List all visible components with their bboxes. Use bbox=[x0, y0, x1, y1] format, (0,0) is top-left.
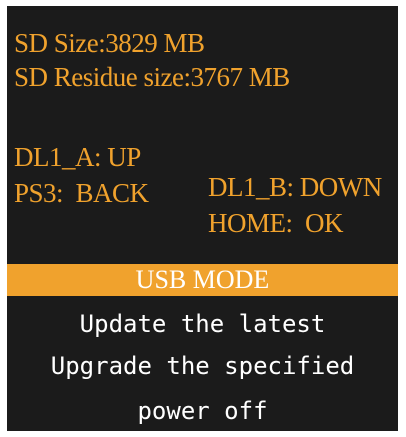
sd-residue-text: SD Residue size:3767 MB bbox=[14, 62, 290, 92]
ps3-mapping: PS3: BACK bbox=[14, 178, 149, 208]
key-map-row-ps3: PS3: BACK HOME: OK bbox=[14, 148, 398, 268]
sd-size-text: SD Size:3829 MB bbox=[14, 28, 205, 58]
home-mapping: HOME: OK bbox=[208, 208, 344, 238]
menu-item-upgrade-specified[interactable]: Upgrade the specified bbox=[7, 350, 398, 382]
menu-item-update-latest[interactable]: Update the latest bbox=[7, 308, 398, 340]
menu-item-usb-mode[interactable]: USB MODE bbox=[7, 264, 398, 296]
device-screen: SD Size:3829 MB SD Residue size:3767 MB … bbox=[7, 6, 398, 431]
menu-item-power-off[interactable]: power off bbox=[7, 395, 398, 427]
